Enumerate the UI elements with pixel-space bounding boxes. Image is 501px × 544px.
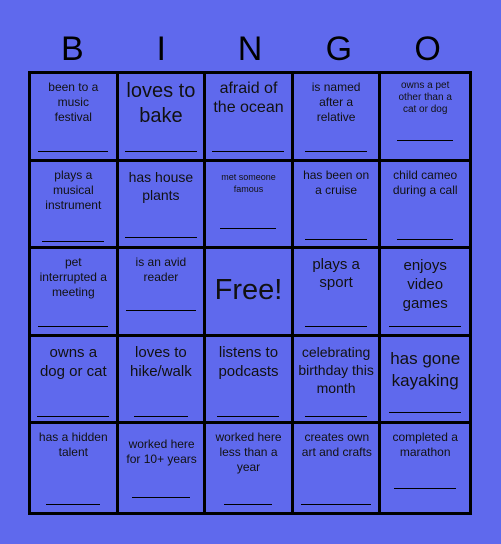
cell-text: child cameo during a call xyxy=(392,167,458,197)
signature-line xyxy=(220,227,277,229)
bingo-header: B I N G O xyxy=(28,28,472,71)
signature-line xyxy=(389,411,462,413)
header-letter-n: N xyxy=(237,30,263,68)
signature-line xyxy=(124,236,197,238)
cell-text: loves to hike/walk xyxy=(130,343,192,380)
free-space: Free! xyxy=(214,274,283,307)
bingo-cell[interactable]: owns a dog or cat xyxy=(31,336,119,425)
bingo-grid: been to a music festival loves to bake a… xyxy=(28,71,472,515)
bingo-cell[interactable]: loves to bake xyxy=(118,74,207,162)
bingo-cell[interactable]: creates own art and crafts xyxy=(294,424,382,512)
bingo-cell[interactable]: has house plants xyxy=(118,161,207,250)
cell-text: enjoys video games xyxy=(402,257,448,313)
bingo-cell[interactable]: has gone kayaking xyxy=(381,337,469,425)
cell-text: celebrating birthday this month xyxy=(298,343,374,396)
cell-text: met someone famous xyxy=(221,171,276,194)
cell-text: is an avid reader xyxy=(135,255,187,285)
bingo-cell[interactable]: is named after a relative xyxy=(293,74,382,162)
signature-line xyxy=(305,415,368,417)
header-letter-o: O xyxy=(414,30,441,68)
signature-line xyxy=(394,488,457,490)
signature-line xyxy=(37,415,110,417)
bingo-cell[interactable]: Free! xyxy=(206,249,294,337)
header-letter-b: B xyxy=(61,30,84,68)
cell-text: loves to bake xyxy=(126,80,196,127)
bingo-cell[interactable]: plays a sport xyxy=(293,249,382,337)
cell-text: listens to podcasts xyxy=(218,343,279,380)
signature-line xyxy=(397,140,454,141)
bingo-cell[interactable]: has been on a cruise xyxy=(293,161,382,250)
signature-line xyxy=(305,151,368,152)
signature-line xyxy=(38,151,109,152)
signature-line xyxy=(131,497,190,499)
cell-text: pet interrupted a meeting xyxy=(39,255,107,300)
cell-text: has been on a cruise xyxy=(303,167,370,197)
bingo-cell[interactable]: worked here less than a year xyxy=(206,424,294,512)
bingo-cell[interactable]: owns a pet other than a cat or dog xyxy=(381,74,469,162)
bingo-cell[interactable]: afraid of the ocean xyxy=(206,74,294,162)
cell-text: is named after a relative xyxy=(311,80,361,124)
signature-line xyxy=(397,238,454,240)
signature-line xyxy=(38,326,109,328)
bingo-cell[interactable]: met someone famous xyxy=(206,161,294,250)
bingo-cell[interactable]: pet interrupted a meeting xyxy=(31,249,119,337)
cell-text: completed a marathon xyxy=(392,430,458,460)
bingo-cell[interactable]: has a hidden talent xyxy=(31,424,119,512)
cell-text: has a hidden talent xyxy=(38,430,108,460)
cell-text: plays a sport xyxy=(312,256,360,292)
cell-text: owns a dog or cat xyxy=(39,343,107,380)
bingo-cell[interactable]: celebrating birthday this month xyxy=(293,336,382,425)
bingo-cell[interactable]: child cameo during a call xyxy=(381,162,469,250)
header-letter-g: G xyxy=(325,30,353,68)
cell-text: worked here less than a year xyxy=(215,430,282,475)
signature-line xyxy=(124,151,197,152)
bingo-cell[interactable]: worked here for 10+ years xyxy=(119,424,207,512)
signature-line xyxy=(133,415,188,417)
cell-text: worked here for 10+ years xyxy=(126,437,197,467)
header-letter-i: I xyxy=(156,30,166,68)
bingo-cell[interactable]: loves to hike/walk xyxy=(118,336,207,425)
bingo-cell[interactable]: plays a musical instrument xyxy=(31,161,119,250)
cell-text: plays a musical instrument xyxy=(45,167,102,212)
cell-text: has gone kayaking xyxy=(390,348,461,390)
signature-line xyxy=(42,240,105,242)
cell-text: been to a music festival xyxy=(48,80,99,124)
signature-line xyxy=(301,504,372,506)
cell-text: owns a pet other than a cat or dog xyxy=(398,80,452,115)
signature-line xyxy=(305,238,368,240)
signature-line xyxy=(212,151,285,152)
signature-line xyxy=(305,326,368,328)
cell-text: creates own art and crafts xyxy=(301,430,372,460)
signature-line xyxy=(217,415,280,417)
bingo-cell[interactable]: enjoys video games xyxy=(381,249,469,337)
signature-line xyxy=(224,504,273,506)
signature-line xyxy=(389,326,462,328)
bingo-cell[interactable]: listens to podcasts xyxy=(206,336,294,425)
bingo-cell[interactable]: completed a marathon xyxy=(381,424,469,512)
cell-text: afraid of the ocean xyxy=(213,80,284,116)
bingo-cell[interactable]: is an avid reader xyxy=(118,249,207,337)
signature-line xyxy=(125,310,196,312)
cell-text: has house plants xyxy=(128,168,194,203)
signature-line xyxy=(46,504,101,506)
bingo-cell[interactable]: been to a music festival xyxy=(31,74,119,162)
